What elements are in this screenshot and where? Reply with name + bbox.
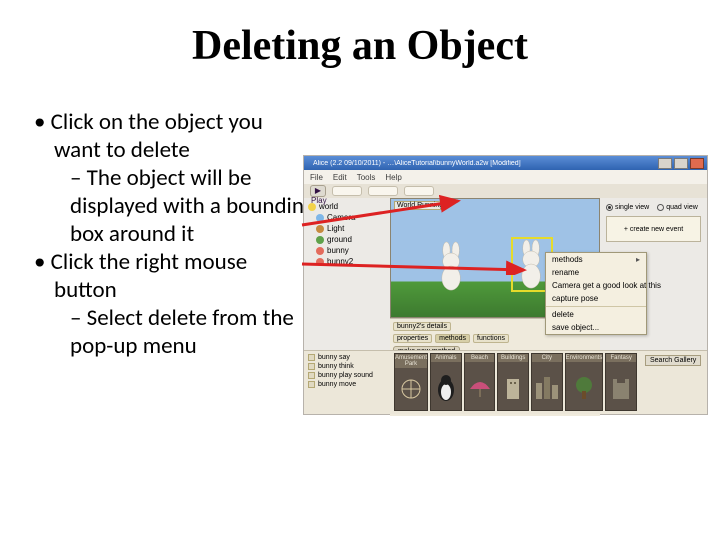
tree-label: bunny (327, 246, 349, 255)
toolbar-pill-3[interactable] (404, 186, 434, 196)
menubar: File Edit Tools Help (304, 170, 707, 184)
tree-item-world[interactable]: world (308, 202, 386, 211)
camera-icon (316, 214, 324, 222)
penguin-icon (435, 372, 457, 402)
viewport-caption: World Running (394, 201, 446, 210)
gallery-thumb[interactable]: Environments (565, 353, 604, 411)
ctx-delete[interactable]: delete (546, 306, 646, 321)
chevron-right-icon: ▸ (636, 255, 640, 264)
toolbar-pill-2[interactable] (368, 186, 398, 196)
tree-label: world (319, 202, 338, 211)
globe-icon (308, 203, 316, 211)
list-label: bunny play sound (318, 372, 373, 379)
gallery-thumb[interactable]: City (531, 353, 563, 411)
thumb-label: Fantasy (606, 354, 636, 362)
radio-icon (657, 204, 664, 211)
tree-item-bunny2[interactable]: bunny2 (308, 257, 386, 266)
ctx-capture-pose[interactable]: capture pose (546, 292, 646, 305)
menu-edit[interactable]: Edit (333, 173, 347, 182)
tab-methods[interactable]: methods (435, 334, 470, 343)
gallery-thumbs: Amusement Park Animals Beach Buildings C… (390, 351, 641, 414)
ground-icon (316, 236, 324, 244)
tree-item-ground[interactable]: ground (308, 235, 386, 244)
tree-label: bunny2 (327, 257, 353, 266)
create-event-button[interactable]: + create new event (606, 216, 701, 242)
gallery-thumb[interactable]: Amusement Park (394, 353, 428, 411)
gallery-thumb[interactable]: Animals (430, 353, 462, 411)
tab-properties[interactable]: properties (393, 334, 432, 343)
menu-tools[interactable]: Tools (357, 173, 376, 182)
tab-functions[interactable]: functions (473, 334, 509, 343)
radio-icon (606, 204, 613, 211)
square-icon (308, 372, 315, 379)
bullet-1a: • Click on the object you (34, 108, 374, 136)
thumb-label: City (532, 354, 562, 362)
tree-item-camera[interactable]: Camera (308, 213, 386, 222)
thumb-label: Amusement Park (395, 354, 427, 368)
list-label: bunny say (318, 354, 350, 361)
gallery-bar: bunny say bunny think bunny play sound b… (304, 350, 707, 414)
close-icon[interactable] (690, 158, 704, 169)
square-icon (308, 381, 315, 388)
slide-title: Deleting an Object (0, 0, 720, 80)
tree-item-bunny[interactable]: bunny (308, 246, 386, 255)
list-label: bunny move (318, 381, 356, 388)
ctx-rename[interactable]: rename (546, 266, 646, 279)
menu-file[interactable]: File (310, 173, 323, 182)
radio-label: single view (615, 204, 649, 211)
toolbar-pill-1[interactable] (332, 186, 362, 196)
details-tab-title: bunny2's details (393, 322, 451, 331)
tree-item-light[interactable]: Light (308, 224, 386, 233)
tree-label: Light (327, 224, 344, 233)
radio-single-view[interactable]: single view (606, 204, 649, 211)
play-button[interactable]: ▶ Play (310, 185, 326, 197)
window-titlebar: Alice (2.2 09/10/2011) - …\AliceTutorial… (304, 156, 707, 170)
thumb-label: Animals (431, 354, 461, 362)
menu-help[interactable]: Help (385, 173, 401, 182)
light-icon (316, 225, 324, 233)
gallery-search: Search Gallery (641, 351, 707, 414)
square-icon (308, 363, 315, 370)
castle-icon (609, 373, 633, 401)
ctx-label: methods (552, 255, 583, 264)
list-label: bunny think (318, 363, 354, 370)
window-title: Alice (2.2 09/10/2011) - …\AliceTutorial… (307, 160, 656, 167)
search-gallery-button[interactable]: Search Gallery (645, 355, 701, 366)
list-item[interactable]: bunny play sound (308, 372, 386, 379)
gallery-thumb[interactable]: Buildings (497, 353, 529, 411)
bunny-icon (316, 247, 324, 255)
tree-icon (571, 374, 597, 400)
minimize-icon[interactable] (658, 158, 672, 169)
city-icon (534, 373, 560, 401)
scene-object-bunny[interactable] (431, 239, 473, 294)
thumb-label: Beach (465, 354, 495, 362)
ctx-save-object[interactable]: save object... (546, 321, 646, 334)
gallery-thumb[interactable]: Beach (464, 353, 496, 411)
maximize-icon[interactable] (674, 158, 688, 169)
tree-label: Camera (327, 213, 355, 222)
radio-label: quad view (666, 204, 698, 211)
alice-app-screenshot: Alice (2.2 09/10/2011) - …\AliceTutorial… (303, 155, 708, 415)
ctx-camera-look[interactable]: Camera get a good look at this (546, 279, 646, 292)
square-icon (308, 354, 315, 361)
gallery-thumb[interactable]: Fantasy (605, 353, 637, 411)
umbrella-icon (467, 375, 493, 399)
ctx-methods[interactable]: methods ▸ (546, 253, 646, 266)
list-item[interactable]: bunny move (308, 381, 386, 388)
list-item[interactable]: bunny say (308, 354, 386, 361)
list-item[interactable]: bunny think (308, 363, 386, 370)
thumb-label: Buildings (498, 354, 528, 362)
ferris-wheel-icon (398, 377, 424, 403)
bunny-icon (316, 258, 324, 266)
tree-label: ground (327, 235, 352, 244)
toolbar: ▶ Play (304, 184, 707, 198)
gallery-method-list: bunny say bunny think bunny play sound b… (304, 351, 390, 414)
building-icon (501, 373, 525, 401)
context-menu: methods ▸ rename Camera get a good look a… (545, 252, 647, 335)
radio-quad-view[interactable]: quad view (657, 204, 698, 211)
thumb-label: Environments (566, 354, 603, 362)
